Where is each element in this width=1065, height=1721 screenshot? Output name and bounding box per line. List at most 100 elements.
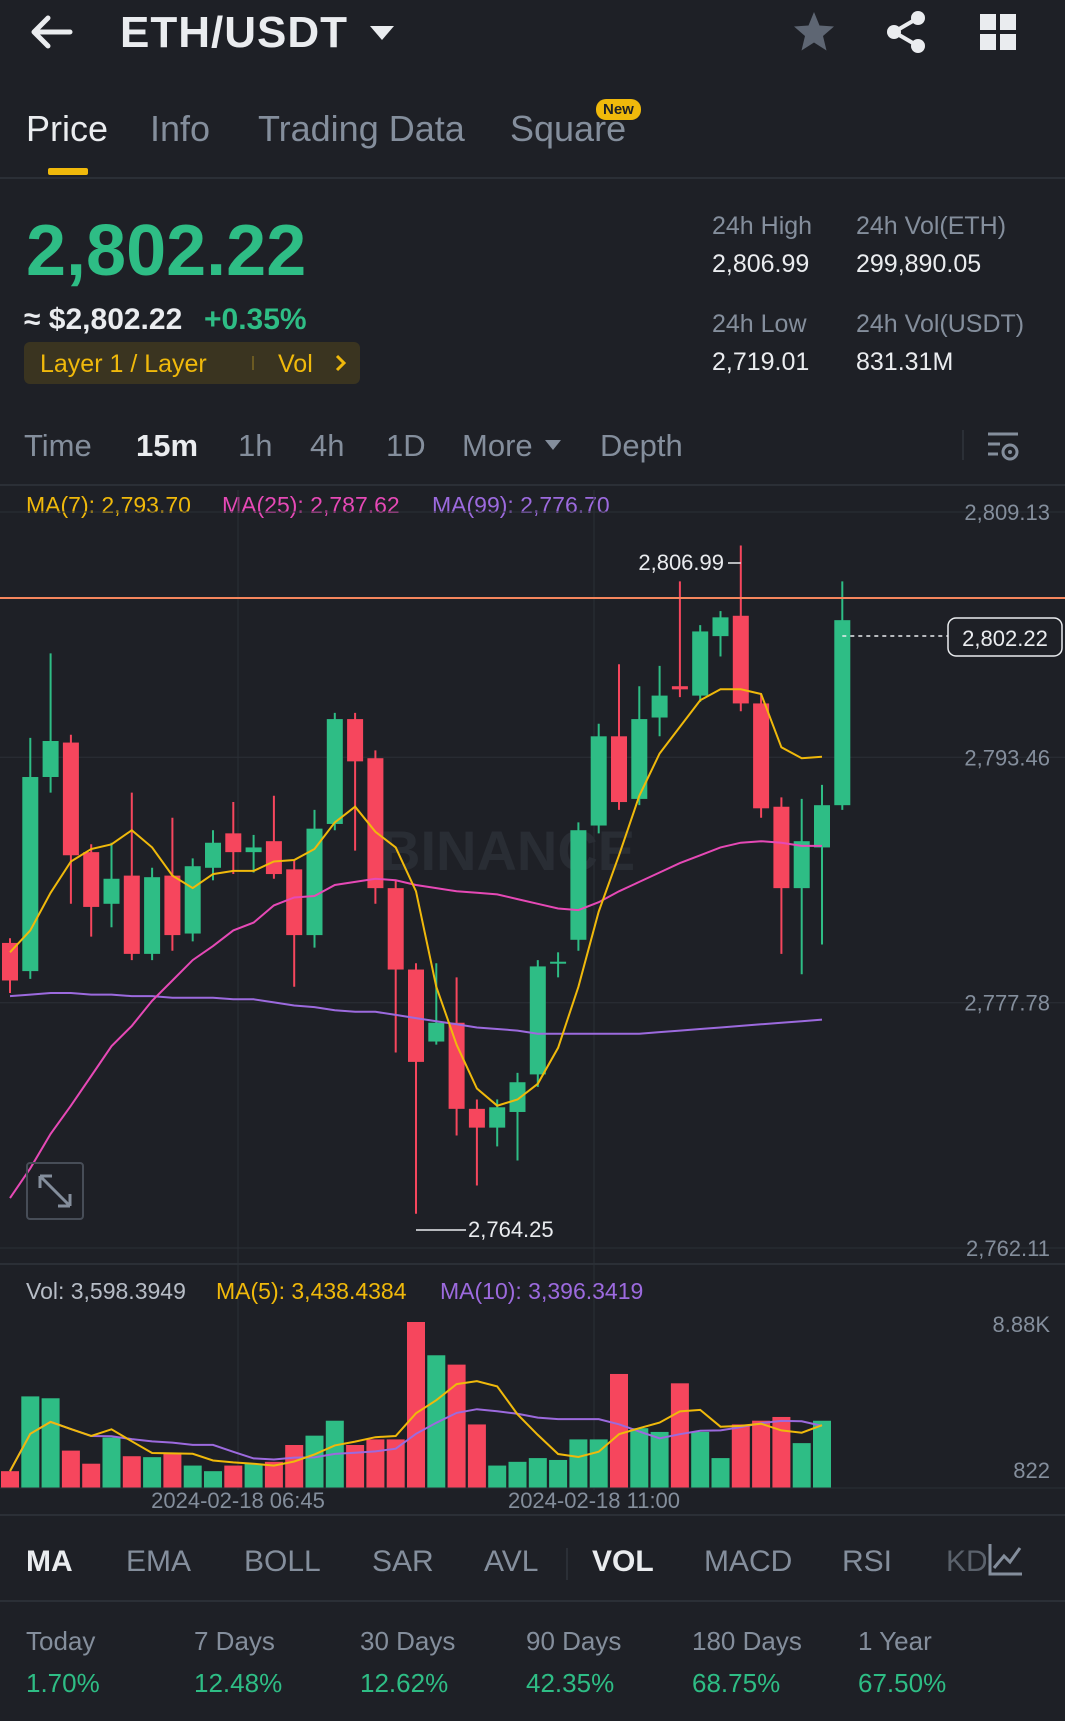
volume-bar — [183, 1465, 202, 1488]
share-button[interactable] — [882, 8, 930, 56]
tab-price[interactable]: Price — [26, 108, 108, 150]
candle-body — [834, 620, 851, 806]
volume-axis-label: 8.88K — [993, 1312, 1051, 1337]
candle-body — [550, 961, 567, 964]
candle-body — [448, 1022, 465, 1109]
volume-bar — [204, 1471, 222, 1488]
volume-bar — [386, 1439, 405, 1488]
chart-settings-button[interactable] — [984, 426, 1024, 466]
volume-bar — [569, 1439, 588, 1488]
interval-time[interactable]: Time — [24, 428, 92, 464]
candle — [144, 867, 161, 961]
candle — [245, 834, 262, 873]
tab-trading-data[interactable]: Trading Data — [258, 108, 465, 150]
indicator-settings-button[interactable] — [986, 1540, 1026, 1580]
back-button[interactable] — [26, 10, 76, 54]
indicator-ema[interactable]: EMA — [126, 1545, 191, 1579]
share-icon — [887, 11, 925, 53]
sector-tag-label: Layer 1 / Layer — [40, 350, 207, 378]
pair-selector[interactable]: ETH/USDT — [116, 6, 406, 60]
candle-body — [428, 1022, 445, 1042]
dropdown-caret-icon — [370, 26, 394, 40]
volume-bar — [41, 1398, 60, 1488]
volume-bar — [610, 1373, 628, 1488]
volume-bar — [122, 1456, 141, 1488]
volume-bar — [244, 1463, 263, 1488]
candle-body — [83, 852, 100, 907]
price-chart[interactable]: 2,809.13 2,793.46 2,777.78 2,762.11 BINANCE… — [0, 490, 1065, 1510]
candle-body — [590, 736, 607, 826]
interval-divider — [0, 484, 1065, 486]
perf-value-7d: 12.48% — [194, 1668, 283, 1698]
volume-bar — [691, 1431, 710, 1488]
candle — [834, 581, 851, 810]
perf-value-today: 1.70% — [26, 1668, 100, 1698]
candle — [753, 694, 770, 818]
indicator-kd[interactable]: KD — [946, 1545, 988, 1579]
watermark: BINANCE — [380, 819, 635, 882]
candle — [550, 952, 567, 978]
interval-4h[interactable]: 4h — [310, 428, 344, 464]
candle-body — [468, 1108, 485, 1128]
candle-body — [326, 719, 343, 824]
indicator-rsi[interactable]: RSI — [842, 1545, 892, 1579]
tabs-divider — [0, 177, 1065, 179]
volume-bar — [21, 1396, 40, 1488]
interval-more[interactable]: More — [462, 428, 533, 464]
candle-body — [773, 806, 790, 889]
indicator-vol[interactable]: VOL — [592, 1545, 654, 1579]
candle — [225, 802, 242, 875]
candle-body — [611, 736, 627, 803]
indicator-macd[interactable]: MACD — [704, 1545, 792, 1579]
candle-body — [671, 686, 688, 690]
candle-body — [245, 847, 262, 853]
pair-title: ETH/USDT — [120, 8, 348, 57]
indicator-ma[interactable]: MA — [26, 1545, 73, 1579]
candle-body — [225, 833, 242, 853]
sector-tag[interactable]: Layer 1 / Layer Vol — [24, 342, 360, 384]
candle-body — [651, 695, 668, 718]
high-marker-label: 2,806.99 — [638, 550, 724, 575]
interval-15m[interactable]: 15m — [136, 428, 198, 464]
favorite-button[interactable] — [790, 8, 838, 56]
candle-body — [42, 741, 59, 778]
expand-icon — [38, 1174, 72, 1208]
volume-bar — [143, 1457, 162, 1488]
new-badge: New — [596, 99, 641, 120]
star-icon — [794, 12, 834, 51]
vol-legend: Vol: 3,598.3949 — [26, 1278, 186, 1304]
vol-ma10-legend: MA(10): 3,396.3419 — [440, 1278, 644, 1304]
vol-tag-label: Vol — [278, 350, 313, 378]
volume-bar — [792, 1443, 811, 1488]
candle-body — [570, 830, 587, 940]
candle — [306, 809, 323, 948]
candle — [347, 712, 364, 851]
fullscreen-button[interactable] — [26, 1162, 84, 1220]
candle-body — [387, 888, 404, 970]
layout-button[interactable] — [976, 10, 1020, 54]
high-value: 2,806.99 — [712, 250, 810, 278]
indicator-sar[interactable]: SAR — [372, 1545, 434, 1579]
vol-ma5-legend: MA(5): 3,438.4384 — [216, 1278, 407, 1304]
tab-info[interactable]: Info — [150, 108, 210, 150]
candle-body — [164, 875, 181, 936]
interval-1d[interactable]: 1D — [386, 428, 426, 464]
candle-body — [692, 631, 709, 696]
interval-1h[interactable]: 1h — [238, 428, 272, 464]
indicator-avl[interactable]: AVL — [484, 1545, 538, 1579]
perf-label-1y: 1 Year — [858, 1626, 932, 1656]
low-marker-label: 2,764.25 — [468, 1217, 554, 1242]
volume-bar — [163, 1452, 182, 1488]
indicator-boll[interactable]: BOLL — [244, 1545, 321, 1579]
candle-body — [347, 719, 364, 762]
last-price-label: 2,802.22 — [962, 626, 1048, 651]
volume-bar — [61, 1450, 80, 1488]
perf-label-30d: 30 Days — [360, 1626, 456, 1656]
perf-value-90d: 42.35% — [526, 1668, 615, 1698]
candle — [42, 653, 59, 793]
candle-body — [712, 617, 729, 637]
candle-body — [144, 877, 161, 954]
price-axis-label: 2,809.13 — [964, 500, 1050, 525]
time-axis-label: 2024-02-18 11:00 — [508, 1488, 680, 1510]
interval-depth[interactable]: Depth — [600, 428, 683, 464]
